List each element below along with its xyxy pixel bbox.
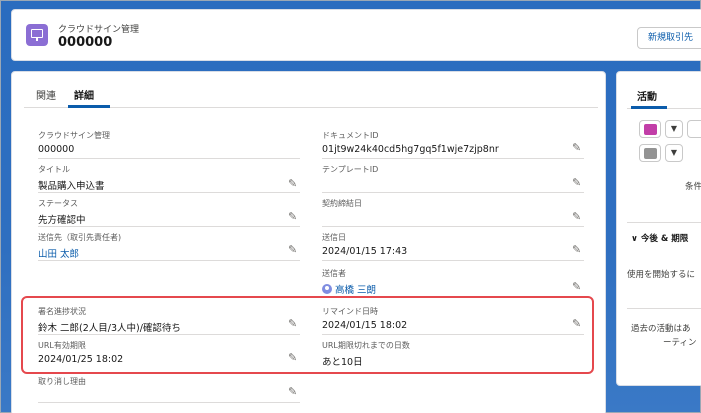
event-dropdown-chevron-icon[interactable]: ▼ <box>665 120 683 138</box>
field-cancel-reason: 取り消し理由 <box>38 377 86 386</box>
recipient-link[interactable]: 山田 太郎 <box>38 246 121 260</box>
new-account-button[interactable]: 新規取引先 <box>637 27 701 49</box>
record-name: 000000 <box>58 35 113 50</box>
field-status: ステータス 先方確認中 <box>38 199 86 226</box>
more-actions-button[interactable] <box>687 120 701 138</box>
field-contract-date: 契約締結日 <box>322 199 362 208</box>
edit-contract-date-pencil-icon[interactable]: ✎ <box>572 210 581 223</box>
calendar-icon <box>644 124 657 135</box>
activity-panel: 活動 ▼ ▼ 条件 ∨ 今後 & 期限 使用を開始するに 過去の活動はあ ーティ… <box>616 71 701 386</box>
edit-document-id-pencil-icon[interactable]: ✎ <box>572 141 581 154</box>
past-activity-text-2: ーティン <box>663 338 697 348</box>
record-header: クラウドサイン管理 000000 新規取引先 <box>11 9 701 61</box>
app-background: クラウドサイン管理 000000 新規取引先 関連 詳細 クラウドサイン管理 0… <box>0 0 701 413</box>
chevron-down-icon: ∨ <box>631 234 641 244</box>
object-type-label: クラウドサイン管理 <box>58 25 140 35</box>
edit-sent-date-pencil-icon[interactable]: ✎ <box>572 243 581 256</box>
tab-related[interactable]: 関連 <box>36 87 56 102</box>
new-email-button[interactable] <box>639 144 661 162</box>
email-icon <box>644 148 657 159</box>
email-dropdown-chevron-icon[interactable]: ▼ <box>665 144 683 162</box>
edit-template-id-pencil-icon[interactable]: ✎ <box>572 176 581 189</box>
filter-text: 条件 <box>685 182 701 192</box>
edit-title-pencil-icon[interactable]: ✎ <box>288 177 297 190</box>
active-tab-indicator <box>68 105 110 108</box>
activity-tab-indicator <box>631 106 667 109</box>
start-text: 使用を開始するに <box>627 270 696 280</box>
user-icon <box>322 284 332 294</box>
tab-bar: 関連 詳細 <box>24 72 598 108</box>
monitor-icon <box>26 24 48 46</box>
field-template-id: テンプレートID <box>322 165 379 174</box>
edit-cancel-reason-pencil-icon[interactable]: ✎ <box>288 385 297 398</box>
field-document-id: ドキュメントID 01jt9w24k40cd5hg7gq5f1wje7zjp8n… <box>322 131 499 155</box>
tab-details[interactable]: 詳細 <box>74 87 94 102</box>
field-cloudsign-mgmt: クラウドサイン管理 000000 <box>38 131 110 155</box>
edit-recipient-pencil-icon[interactable]: ✎ <box>288 243 297 256</box>
activity-title[interactable]: 活動 <box>637 88 657 103</box>
field-sender: 送信者 高橋 三朗 <box>322 269 377 296</box>
edit-sender-pencil-icon[interactable]: ✎ <box>572 280 581 293</box>
field-sent-date: 送信日 2024/01/15 17:43 <box>322 233 408 257</box>
edit-status-pencil-icon[interactable]: ✎ <box>288 210 297 223</box>
highlight-box <box>21 296 594 374</box>
new-event-button[interactable] <box>639 120 661 138</box>
field-recipient: 送信先（取引先責任者) 山田 太郎 <box>38 233 122 260</box>
upcoming-section-header[interactable]: ∨ 今後 & 期限 <box>631 232 688 244</box>
field-title: タイトル 製品購入申込書 <box>38 165 105 192</box>
past-activity-text-1: 過去の活動はあ <box>631 324 691 334</box>
sender-link[interactable]: 高橋 三朗 <box>335 285 376 296</box>
